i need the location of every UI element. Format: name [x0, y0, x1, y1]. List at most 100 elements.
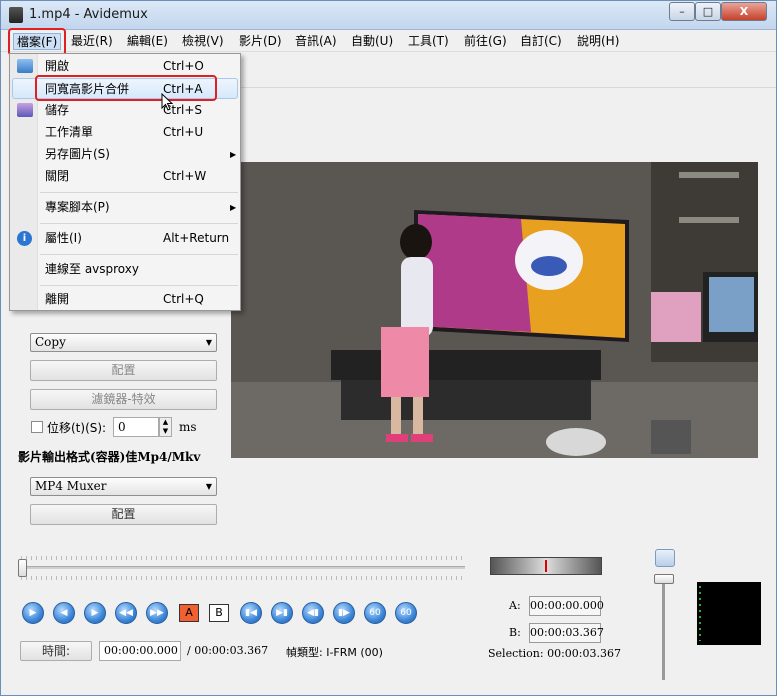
menu-item-project-script[interactable]: 專案腳本(P) ▶: [12, 197, 238, 218]
chevron-down-icon: ▼: [205, 338, 212, 347]
menu-item-close[interactable]: 關閉 Ctrl+W: [12, 166, 238, 187]
audio-meter: [697, 582, 761, 645]
menu-separator: [40, 285, 238, 286]
output-format-value: MP4 Muxer: [35, 479, 107, 493]
shift-unit: ms: [179, 420, 197, 434]
menu-item-label: 專案腳本(P): [45, 200, 110, 214]
previous-keyframe-button[interactable]: ◀◀: [115, 602, 137, 624]
go-to-marker-a-button[interactable]: ▮◀: [240, 602, 262, 624]
menu-tools[interactable]: 工具(T): [405, 33, 452, 50]
menu-item-open[interactable]: 開啟 Ctrl+O: [12, 56, 238, 77]
menu-bar: 檔案(F) 最近(R) 編輯(E) 檢視(V) 影片(D) 音訊(A) 自動(U…: [1, 30, 776, 52]
shift-value: 0: [118, 420, 126, 434]
maximize-button[interactable]: □: [695, 2, 721, 21]
selection-duration: Selection: 00:00:03.367: [488, 647, 621, 660]
menu-video[interactable]: 影片(D): [236, 33, 285, 50]
menu-edit[interactable]: 編輯(E): [124, 33, 171, 50]
menu-item-label: 另存圖片(S): [45, 147, 110, 161]
shift-spinner[interactable]: ▲ ▼: [159, 417, 172, 437]
menu-item-save[interactable]: 儲存 Ctrl+S: [12, 100, 238, 121]
audio-configure-button[interactable]: 配置: [30, 360, 217, 381]
toolbar-divider: [241, 87, 776, 88]
set-marker-a-button[interactable]: A: [179, 604, 199, 622]
next-frame-button[interactable]: ▶: [84, 602, 106, 624]
go-to-start-button[interactable]: ◀▮: [302, 602, 324, 624]
menu-item-label: 連線至 avsproxy: [45, 262, 139, 276]
menu-custom[interactable]: 自訂(C): [517, 33, 565, 50]
play-button[interactable]: ▶: [22, 602, 44, 624]
menu-item-shortcut: Alt+Return: [163, 231, 230, 245]
time-button[interactable]: 時間:: [20, 641, 92, 661]
output-format-heading: 影片輸出格式(容器)佳Mp4/Mkv: [18, 450, 201, 464]
next-keyframe-button[interactable]: ▶▶: [146, 602, 168, 624]
menu-item-shortcut: Ctrl+U: [163, 125, 204, 139]
marker-b-label: B:: [509, 626, 521, 639]
menu-separator: [40, 192, 238, 193]
speaker-icon[interactable]: [655, 549, 675, 567]
app-window: 1.mp4 - Avidemux – □ X 檔案(F) 最近(R) 編輯(E)…: [0, 0, 777, 696]
menu-item-job-list[interactable]: 工作清單 Ctrl+U: [12, 122, 238, 143]
menu-audio[interactable]: 音訊(A): [292, 33, 340, 50]
total-time: / 00:00:03.367: [187, 644, 269, 657]
info-icon: i: [17, 231, 32, 246]
menu-item-label: 工作清單: [45, 125, 94, 139]
menu-separator: [40, 254, 238, 255]
menu-item-shortcut: Ctrl+W: [163, 169, 207, 183]
minimize-button[interactable]: –: [669, 2, 695, 21]
shift-checkbox[interactable]: [31, 421, 43, 433]
output-configure-button[interactable]: 配置: [30, 504, 217, 525]
menu-item-label: 儲存: [45, 103, 70, 117]
menu-item-exit[interactable]: 離開 Ctrl+Q: [12, 289, 238, 310]
menu-auto[interactable]: 自動(U): [348, 33, 396, 50]
menu-item-connect-avsproxy[interactable]: 連線至 avsproxy: [12, 259, 238, 280]
video-frame-image: [231, 162, 758, 458]
shift-label: 位移(t)(S):: [47, 421, 107, 435]
forward-one-minute-button[interactable]: 60: [395, 602, 417, 624]
window-title: 1.mp4 - Avidemux: [29, 7, 148, 22]
jog-shuttle[interactable]: [490, 557, 602, 575]
append-item-highlight: [35, 75, 217, 101]
shift-input[interactable]: 0: [113, 417, 159, 437]
menu-recent[interactable]: 最近(R): [68, 33, 116, 50]
timeline-thumb[interactable]: [18, 559, 27, 577]
timeline-ticks-bottom: [21, 576, 465, 580]
menu-item-save-image[interactable]: 另存圖片(S) ▶: [12, 144, 238, 165]
menu-item-properties[interactable]: i 屬性(I) Alt+Return: [12, 228, 238, 249]
menu-help[interactable]: 說明(H): [574, 33, 622, 50]
current-time-value: 00:00:00.000: [104, 644, 178, 657]
marker-a-label: A:: [509, 599, 521, 612]
audio-filters-button[interactable]: 濾鏡器-特效: [30, 389, 217, 410]
menu-item-label: 屬性(I): [45, 231, 82, 245]
volume-slider[interactable]: [662, 576, 665, 680]
file-menu-highlight: [8, 28, 66, 56]
set-marker-b-button[interactable]: B: [209, 604, 229, 622]
go-to-marker-b-button[interactable]: ▶▮: [271, 602, 293, 624]
title-bar: 1.mp4 - Avidemux – □ X: [1, 1, 776, 30]
menu-goto[interactable]: 前往(G): [461, 33, 510, 50]
menu-item-label: 離開: [45, 292, 70, 306]
previous-frame-button[interactable]: ◀: [53, 602, 75, 624]
video-preview: [231, 162, 758, 458]
menu-view[interactable]: 檢視(V): [179, 33, 227, 50]
menu-item-shortcut: Ctrl+O: [163, 59, 204, 73]
app-icon: [9, 7, 23, 23]
audio-codec-select[interactable]: Copy ▼: [30, 333, 217, 352]
volume-thumb[interactable]: [654, 574, 674, 584]
menu-item-label: 開啟: [45, 59, 70, 73]
current-time-input[interactable]: 00:00:00.000: [99, 641, 181, 661]
timeline-slider[interactable]: [21, 566, 465, 569]
close-button[interactable]: X: [721, 2, 767, 21]
audio-codec-value: Copy: [35, 335, 66, 349]
menu-item-label: 關閉: [45, 169, 70, 183]
marker-b-time: 00:00:03.367: [529, 623, 604, 643]
marker-a-time: 00:00:00.000: [529, 596, 604, 616]
menu-separator: [40, 223, 238, 224]
back-one-minute-button[interactable]: 60: [364, 602, 386, 624]
go-to-end-button[interactable]: ▮▶: [333, 602, 355, 624]
submenu-arrow-icon: ▶: [230, 203, 237, 212]
menu-item-shortcut: Ctrl+Q: [163, 292, 204, 306]
save-icon: [17, 103, 33, 117]
output-format-select[interactable]: MP4 Muxer ▼: [30, 477, 217, 496]
mouse-cursor-icon: [161, 93, 173, 111]
submenu-arrow-icon: ▶: [230, 150, 237, 159]
